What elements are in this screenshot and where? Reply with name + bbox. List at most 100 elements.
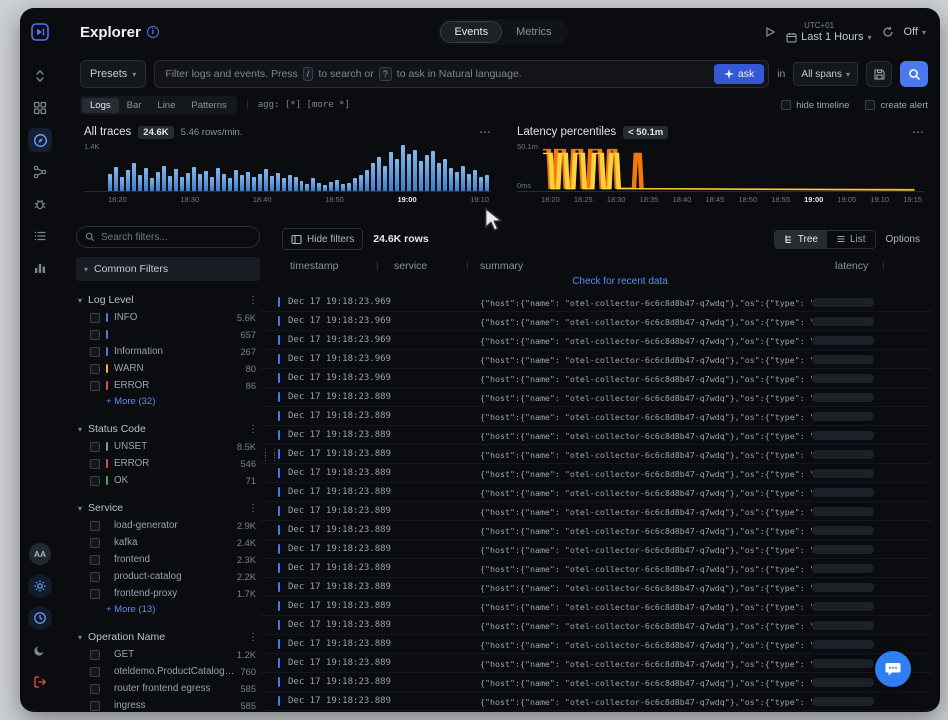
col-latency[interactable]: latency	[835, 260, 868, 272]
filter-section-header[interactable]: ▾Service⋮	[76, 499, 260, 517]
explorer-compass-icon[interactable]	[28, 128, 52, 152]
quick-nav-icon[interactable]	[28, 64, 52, 88]
bug-icon[interactable]	[28, 192, 52, 216]
col-service[interactable]: service	[394, 260, 427, 272]
play-icon[interactable]	[764, 26, 776, 38]
log-row[interactable]: Dec 17 19:18:23.969{"host":{"name": "ote…	[260, 350, 932, 369]
col-timestamp[interactable]: timestamp	[290, 260, 338, 272]
filter-section-header[interactable]: ▾Log Level⋮	[76, 291, 260, 309]
log-row[interactable]: Dec 17 19:18:23.889{"host":{"name": "ote…	[260, 673, 932, 692]
column-resizer[interactable]: |	[882, 260, 884, 270]
show-more-link[interactable]: + More (32)	[76, 394, 260, 410]
time-range-dropdown[interactable]: Last 1 Hours ▾	[786, 31, 871, 43]
checkbox[interactable]	[90, 589, 100, 599]
common-filters-header[interactable]: ▾ Common Filters	[76, 257, 260, 281]
history-clock-icon[interactable]	[28, 606, 52, 630]
column-resizer[interactable]: |	[466, 260, 468, 270]
checkbox[interactable]	[90, 442, 100, 452]
checkbox[interactable]	[90, 667, 100, 677]
panel-menu-icon[interactable]: ⋯	[912, 125, 924, 139]
filter-item[interactable]: ERROR546	[76, 455, 260, 472]
view-tab-bar[interactable]: Bar	[119, 98, 150, 113]
log-row[interactable]: Dec 17 19:18:23.889{"host":{"name": "ote…	[260, 521, 932, 540]
theme-moon-icon[interactable]	[28, 638, 52, 662]
hide-timeline-toggle[interactable]: hide timeline	[781, 100, 849, 111]
filter-item[interactable]: oteldemo.ProductCatalogServ...760	[76, 663, 260, 680]
scope-dropdown[interactable]: All spans▾	[793, 62, 858, 86]
filter-item[interactable]: kafka2.4K	[76, 534, 260, 551]
presets-button[interactable]: Presets▾	[80, 60, 146, 88]
avatar[interactable]: AA	[29, 543, 51, 565]
log-row[interactable]: Dec 17 19:18:23.969{"host":{"name": "ote…	[260, 369, 932, 388]
filter-item[interactable]: frontend2.3K	[76, 551, 260, 568]
filter-item[interactable]: router frontend egress585	[76, 680, 260, 697]
view-tab-logs[interactable]: Logs	[82, 98, 119, 113]
checkbox[interactable]	[90, 572, 100, 582]
log-row[interactable]: Dec 17 19:18:23.969{"host":{"name": "ote…	[260, 312, 932, 331]
log-row[interactable]: Dec 17 19:18:23.889{"host":{"name": "ote…	[260, 502, 932, 521]
checkbox[interactable]	[90, 555, 100, 565]
checkbox[interactable]	[90, 381, 100, 391]
filter-section-header[interactable]: ▾Operation Name⋮	[76, 628, 260, 646]
filter-item[interactable]: product-catalog2.2K	[76, 568, 260, 585]
column-resizer[interactable]: |	[376, 260, 378, 270]
checkbox[interactable]	[90, 476, 100, 486]
info-icon[interactable]: i	[147, 26, 159, 38]
log-row[interactable]: Dec 17 19:18:23.889{"host":{"name": "ote…	[260, 407, 932, 426]
checkbox[interactable]	[90, 701, 100, 711]
kebab-menu-icon[interactable]: ⋮	[248, 503, 258, 514]
filter-item[interactable]: WARN80	[76, 360, 260, 377]
checkbox[interactable]	[90, 521, 100, 531]
view-tab-patterns[interactable]: Patterns	[183, 98, 234, 113]
filter-section-header[interactable]: ▾Status Code⋮	[76, 420, 260, 438]
filter-item[interactable]: OK71	[76, 472, 260, 489]
logout-icon[interactable]	[28, 670, 52, 694]
log-row[interactable]: Dec 17 19:18:23.889{"host":{"name": "ote…	[260, 692, 932, 711]
checkbox[interactable]	[90, 347, 100, 357]
hide-filters-button[interactable]: Hide filters	[282, 228, 363, 250]
checkbox[interactable]	[90, 650, 100, 660]
checkbox[interactable]	[90, 313, 100, 323]
kebab-menu-icon[interactable]: ⋮	[248, 295, 258, 306]
checkbox[interactable]	[90, 684, 100, 694]
filter-item[interactable]: ingress585	[76, 697, 260, 712]
panel-menu-icon[interactable]: ⋯	[479, 125, 491, 139]
show-more-link[interactable]: + More (13)	[76, 602, 260, 618]
options-button[interactable]: Options	[886, 234, 920, 245]
log-row[interactable]: Dec 17 19:18:23.889{"host":{"name": "ote…	[260, 445, 932, 464]
kebab-menu-icon[interactable]: ⋮	[248, 424, 258, 435]
run-search-button[interactable]	[900, 61, 928, 87]
aggregation-expression[interactable]: agg: [*] [more *]	[247, 100, 350, 110]
filters-search-input[interactable]: Search filters...	[76, 226, 260, 248]
log-row[interactable]: Dec 17 19:18:23.889{"host":{"name": "ote…	[260, 388, 932, 407]
log-row[interactable]: Dec 17 19:18:23.889{"host":{"name": "ote…	[260, 578, 932, 597]
log-row[interactable]: Dec 17 19:18:23.889{"host":{"name": "ote…	[260, 464, 932, 483]
filter-item[interactable]: frontend-proxy1.7K	[76, 585, 260, 602]
filter-item[interactable]: 657	[76, 326, 260, 343]
filter-item[interactable]: load-generator2.9K	[76, 517, 260, 534]
log-row[interactable]: Dec 17 19:18:23.889{"host":{"name": "ote…	[260, 635, 932, 654]
check-recent-data-link[interactable]: Check for recent data	[480, 276, 760, 287]
log-row[interactable]: Dec 17 19:18:23.889{"host":{"name": "ote…	[260, 559, 932, 578]
tab-metrics[interactable]: Metrics	[502, 21, 565, 43]
settings-gear-icon[interactable]	[28, 574, 52, 598]
view-tab-line[interactable]: Line	[149, 98, 183, 113]
filter-item[interactable]: GET1.2K	[76, 646, 260, 663]
ask-ai-button[interactable]: ask	[714, 64, 764, 84]
log-row[interactable]: Dec 17 19:18:23.889{"host":{"name": "ote…	[260, 483, 932, 502]
filter-item[interactable]: INFO5.6K	[76, 309, 260, 326]
filter-item[interactable]: ERROR86	[76, 377, 260, 394]
log-row[interactable]: Dec 17 19:18:23.969{"host":{"name": "ote…	[260, 293, 932, 312]
log-row[interactable]: Dec 17 19:18:23.889{"host":{"name": "ote…	[260, 597, 932, 616]
chat-support-button[interactable]	[875, 651, 911, 687]
app-logo-icon[interactable]	[28, 20, 52, 44]
checkbox[interactable]	[90, 459, 100, 469]
filter-item[interactable]: Information267	[76, 343, 260, 360]
traces-bars[interactable]	[108, 145, 489, 191]
apps-grid-icon[interactable]	[28, 96, 52, 120]
filter-search-input[interactable]: Filter logs and events. Press / to searc…	[154, 60, 769, 88]
latency-chart[interactable]	[543, 144, 922, 191]
checkbox[interactable]	[90, 538, 100, 548]
service-graph-icon[interactable]	[28, 160, 52, 184]
save-view-button[interactable]	[866, 61, 892, 87]
